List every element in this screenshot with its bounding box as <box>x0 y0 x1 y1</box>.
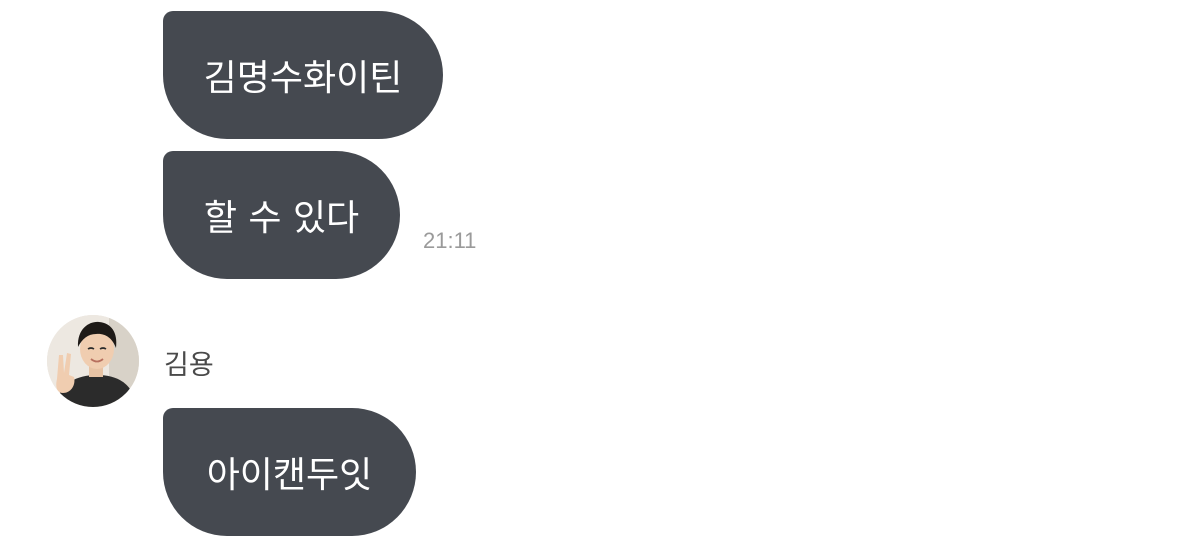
message-text: 아이캔두잇 <box>206 455 373 496</box>
message-bubble[interactable]: 아이캔두잇 <box>163 408 416 536</box>
message-bubble[interactable]: 김명수화이틴 <box>163 11 443 139</box>
message-text: 할 수 있다 <box>203 198 360 239</box>
profile-photo-icon <box>47 315 139 407</box>
message-timestamp: 21:11 <box>423 228 477 253</box>
sender-name: 김용 <box>164 350 214 381</box>
message-bubble[interactable]: 할 수 있다 <box>163 151 400 279</box>
avatar[interactable] <box>47 315 139 407</box>
message-text: 김명수화이틴 <box>203 58 403 99</box>
chat-window: 김명수화이틴 할 수 있다 21:11 김용 아이캔두잇 <box>0 0 1200 544</box>
